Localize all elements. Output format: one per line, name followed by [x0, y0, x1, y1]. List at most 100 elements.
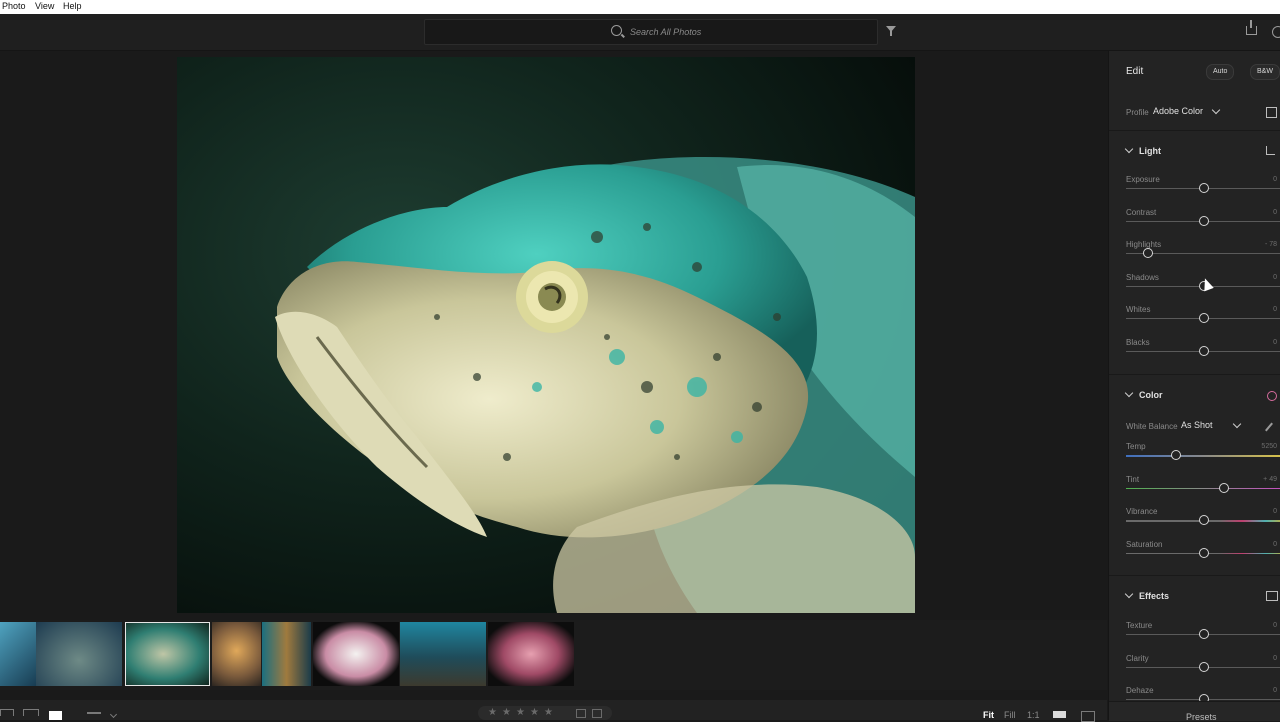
- thumbnail-scorpionfish[interactable]: [125, 622, 210, 686]
- flag-reject-icon[interactable]: [592, 709, 602, 718]
- texture-label: Texture: [1126, 621, 1153, 630]
- auto-button[interactable]: Auto: [1206, 64, 1235, 80]
- thumbnail-grouper[interactable]: [36, 622, 122, 686]
- highlights-slider-handle[interactable]: [1142, 248, 1153, 258]
- exposure-label: Exposure: [1126, 175, 1160, 184]
- contrast-value[interactable]: 0: [1273, 209, 1277, 216]
- tint-value[interactable]: + 49: [1263, 476, 1277, 483]
- temp-slider-handle[interactable]: [1170, 450, 1181, 460]
- highlights-value[interactable]: - 78: [1265, 241, 1277, 248]
- filter-icon[interactable]: [886, 26, 896, 36]
- thumbnail-reef-fish[interactable]: [400, 622, 486, 686]
- star-icon[interactable]: ★: [488, 707, 497, 718]
- detail-view-icon[interactable]: [49, 711, 62, 720]
- menu-help[interactable]: Help: [63, 1, 82, 11]
- sort-icon[interactable]: [87, 712, 101, 714]
- wb-chevron-down-icon[interactable]: [1232, 419, 1242, 429]
- color-mixer-icon[interactable]: [1267, 391, 1277, 401]
- shadows-label: Shadows: [1126, 272, 1159, 282]
- star-icon[interactable]: ★: [530, 707, 539, 718]
- whites-slider-handle[interactable]: [1198, 313, 1209, 323]
- profile-label: Profile: [1126, 108, 1149, 117]
- share-icon[interactable]: [1246, 20, 1257, 35]
- menu-bar: Photo View Help: [0, 0, 1280, 14]
- temp-label: Temp: [1126, 442, 1146, 451]
- contrast-slider-handle[interactable]: [1198, 215, 1209, 226]
- effects-chevron-icon[interactable]: [1124, 589, 1134, 599]
- presets-bar[interactable]: Presets: [1109, 701, 1280, 722]
- temp-slider-track[interactable]: [1126, 455, 1280, 457]
- cloud-status-icon[interactable]: [1272, 26, 1280, 38]
- filmstrip: [0, 620, 1107, 690]
- main-photo[interactable]: [177, 57, 915, 613]
- compare-view-icon[interactable]: [1081, 711, 1095, 722]
- exposure-slider-handle[interactable]: [1198, 183, 1209, 193]
- tint-slider-track[interactable]: [1126, 487, 1280, 489]
- thumbnail-white-nudibranch[interactable]: [313, 622, 399, 686]
- flag-pick-icon[interactable]: [576, 709, 586, 718]
- saturation-value[interactable]: 0: [1273, 541, 1277, 548]
- thumbnail-coral-sponge[interactable]: [212, 622, 261, 686]
- star-rating[interactable]: ★ ★ ★ ★ ★: [478, 706, 612, 720]
- clarity-label: Clarity: [1126, 653, 1149, 663]
- star-icon[interactable]: ★: [516, 707, 525, 718]
- zoom-fit-option[interactable]: Fit: [983, 710, 994, 720]
- saturation-label: Saturation: [1126, 539, 1163, 549]
- contrast-label: Contrast: [1126, 207, 1157, 217]
- color-chevron-icon[interactable]: [1124, 388, 1134, 398]
- profile-chevron-down-icon[interactable]: [1211, 105, 1221, 115]
- blacks-slider-handle[interactable]: [1198, 345, 1209, 356]
- presets-button[interactable]: Presets: [1186, 712, 1217, 722]
- section-divider: [1109, 130, 1280, 131]
- menu-photo[interactable]: Photo: [2, 1, 26, 11]
- section-divider: [1109, 374, 1280, 375]
- white-balance-dropdown[interactable]: As Shot: [1181, 420, 1213, 430]
- effects-section-title[interactable]: Effects: [1139, 591, 1169, 601]
- thumbnail-pink-seahorse[interactable]: [488, 622, 574, 686]
- color-section-title[interactable]: Color: [1139, 390, 1163, 400]
- texture-slider-handle[interactable]: [1198, 629, 1209, 639]
- eyedropper-icon[interactable]: [1265, 422, 1273, 432]
- effects-options-icon[interactable]: [1266, 591, 1278, 601]
- clarity-slider-handle[interactable]: [1198, 661, 1209, 672]
- exposure-value[interactable]: 0: [1273, 176, 1277, 183]
- dehaze-value[interactable]: 0: [1273, 687, 1277, 694]
- whites-value[interactable]: 0: [1273, 306, 1277, 313]
- bw-button[interactable]: B&W: [1250, 64, 1280, 80]
- photo-grid-icon[interactable]: [23, 709, 39, 716]
- profile-browser-icon[interactable]: [1266, 107, 1277, 118]
- search-input[interactable]: Search All Photos: [424, 19, 878, 45]
- vibrance-value[interactable]: 0: [1273, 508, 1277, 515]
- tint-slider-handle[interactable]: [1218, 482, 1229, 493]
- zoom-1to1-option[interactable]: 1:1: [1027, 710, 1040, 720]
- dehaze-label: Dehaze: [1126, 686, 1154, 695]
- menu-view[interactable]: View: [35, 1, 54, 11]
- highlights-label: Highlights: [1126, 240, 1162, 249]
- section-divider: [1109, 575, 1280, 576]
- zoom-fill-option[interactable]: Fill: [1004, 710, 1016, 720]
- profile-dropdown[interactable]: Adobe Color: [1153, 106, 1203, 116]
- thumbnail-fish-school[interactable]: [0, 622, 36, 686]
- scorpionfish-image: [177, 57, 915, 613]
- star-icon[interactable]: ★: [544, 707, 553, 718]
- vibrance-slider-handle[interactable]: [1198, 515, 1209, 525]
- edit-panel: Edit Auto B&W Profile Adobe Color Light …: [1108, 51, 1280, 722]
- edit-panel-title: Edit: [1126, 66, 1144, 77]
- sort-chevron-down-icon[interactable]: [109, 710, 118, 719]
- temp-value[interactable]: 5250: [1261, 443, 1277, 450]
- tone-curve-icon[interactable]: [1266, 146, 1275, 155]
- blacks-value[interactable]: 0: [1273, 339, 1277, 346]
- texture-value[interactable]: 0: [1273, 622, 1277, 629]
- light-chevron-icon[interactable]: [1124, 144, 1134, 154]
- clarity-value[interactable]: 0: [1273, 655, 1277, 662]
- blacks-label: Blacks: [1126, 337, 1150, 347]
- thumbnail-reef-wall[interactable]: [262, 622, 311, 686]
- star-icon[interactable]: ★: [502, 707, 511, 718]
- search-placeholder: Search All Photos: [630, 27, 702, 37]
- light-section-title[interactable]: Light: [1139, 146, 1161, 156]
- shadows-value[interactable]: 0: [1273, 274, 1277, 281]
- info-overlay-icon[interactable]: [1053, 711, 1066, 718]
- square-grid-icon[interactable]: [0, 709, 14, 716]
- saturation-slider-handle[interactable]: [1198, 547, 1209, 558]
- bottom-toolbar: ★ ★ ★ ★ ★ Fit Fill 1:1: [0, 700, 1107, 722]
